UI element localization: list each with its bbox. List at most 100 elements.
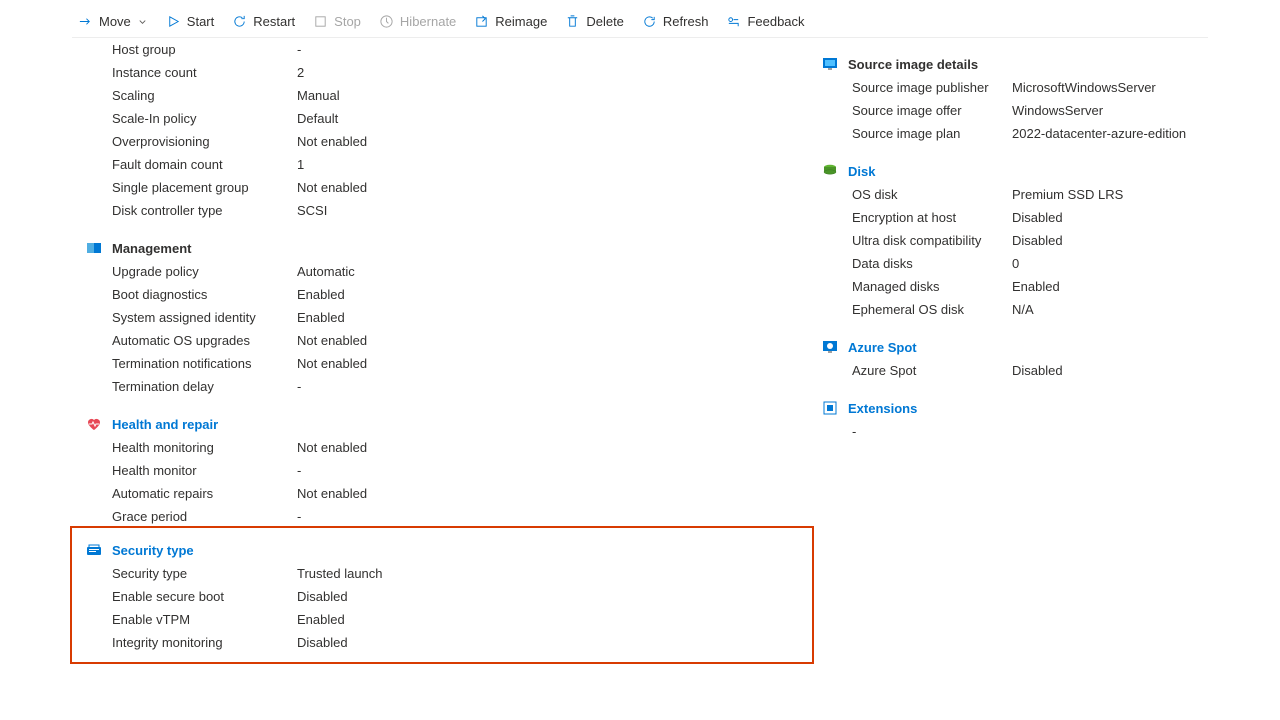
property-value: Enabled <box>297 310 792 325</box>
property-value: Disabled <box>1012 363 1208 378</box>
property-row: ScalingManual <box>72 84 792 107</box>
management-icon <box>86 240 102 256</box>
monitor-icon <box>822 56 838 72</box>
property-row: System assigned identityEnabled <box>72 306 792 329</box>
property-row: Health monitoringNot enabled <box>72 436 792 459</box>
stop-button: Stop <box>307 12 367 31</box>
property-value: Enabled <box>297 287 792 302</box>
health-icon <box>86 416 102 432</box>
play-icon <box>166 14 181 29</box>
property-label: Integrity monitoring <box>112 635 297 650</box>
property-value: N/A <box>1012 302 1208 317</box>
move-label: Move <box>99 14 131 29</box>
property-row: Managed disksEnabled <box>822 275 1208 298</box>
property-row: Upgrade policyAutomatic <box>72 260 792 283</box>
property-label: Ephemeral OS disk <box>852 302 1012 317</box>
section-source: Source image details Source image publis… <box>822 56 1208 145</box>
property-row: Boot diagnosticsEnabled <box>72 283 792 306</box>
hibernate-icon <box>379 14 394 29</box>
start-label: Start <box>187 14 214 29</box>
property-label: Ultra disk compatibility <box>852 233 1012 248</box>
property-row: Termination delay- <box>72 375 792 398</box>
management-title: Management <box>112 241 191 256</box>
property-value: SCSI <box>297 203 792 218</box>
property-value: 2022-datacenter-azure-edition <box>1012 126 1208 141</box>
property-label: Instance count <box>112 65 297 80</box>
reimage-button[interactable]: Reimage <box>468 12 553 31</box>
extensions-value: - <box>852 424 1012 439</box>
left-column: Host group-Instance count2ScalingManualS… <box>72 38 792 720</box>
delete-label: Delete <box>586 14 624 29</box>
security-icon <box>86 542 102 558</box>
property-value: Automatic <box>297 264 792 279</box>
reimage-label: Reimage <box>495 14 547 29</box>
property-label: Scale-In policy <box>112 111 297 126</box>
delete-button[interactable]: Delete <box>559 12 630 31</box>
property-value: 0 <box>1012 256 1208 271</box>
property-value: Default <box>297 111 792 126</box>
property-row: Grace period- <box>72 505 792 528</box>
security-highlight: Security type Security typeTrusted launc… <box>70 526 814 664</box>
property-value: Not enabled <box>297 486 792 501</box>
property-row: Instance count2 <box>72 61 792 84</box>
property-label: Encryption at host <box>852 210 1012 225</box>
property-row: Enable secure bootDisabled <box>72 585 812 608</box>
property-row: Security typeTrusted launch <box>72 562 812 585</box>
spot-title[interactable]: Azure Spot <box>848 340 917 355</box>
move-icon <box>78 14 93 29</box>
refresh-button[interactable]: Refresh <box>636 12 715 31</box>
property-label: Upgrade policy <box>112 264 297 279</box>
property-value: - <box>297 463 792 478</box>
property-row: Data disks0 <box>822 252 1208 275</box>
extensions-icon <box>822 400 838 416</box>
property-value: WindowsServer <box>1012 103 1208 118</box>
property-row: Integrity monitoringDisabled <box>72 631 812 654</box>
property-label: Automatic repairs <box>112 486 297 501</box>
property-row: Source image offerWindowsServer <box>822 99 1208 122</box>
restart-button[interactable]: Restart <box>226 12 301 31</box>
source-title: Source image details <box>848 57 978 72</box>
property-row: Automatic OS upgradesNot enabled <box>72 329 792 352</box>
property-label: Automatic OS upgrades <box>112 333 297 348</box>
extensions-title[interactable]: Extensions <box>848 401 917 416</box>
property-label: Source image publisher <box>852 80 1012 95</box>
hibernate-button: Hibernate <box>373 12 462 31</box>
property-label: Boot diagnostics <box>112 287 297 302</box>
property-value: Disabled <box>297 635 812 650</box>
property-row: Scale-In policyDefault <box>72 107 792 130</box>
refresh-icon <box>642 14 657 29</box>
property-label: Azure Spot <box>852 363 1012 378</box>
property-row: OS diskPremium SSD LRS <box>822 183 1208 206</box>
start-button[interactable]: Start <box>160 12 220 31</box>
property-row: Host group- <box>72 38 792 61</box>
property-label: Security type <box>112 566 297 581</box>
stop-label: Stop <box>334 14 361 29</box>
content: Host group-Instance count2ScalingManualS… <box>72 38 1208 720</box>
property-value: Enabled <box>297 612 812 627</box>
property-label: Disk controller type <box>112 203 297 218</box>
property-value: Not enabled <box>297 180 792 195</box>
extensions-value-row: - <box>822 420 1208 443</box>
hibernate-label: Hibernate <box>400 14 456 29</box>
property-row: Health monitor- <box>72 459 792 482</box>
right-column: Source image details Source image publis… <box>792 38 1208 720</box>
property-label: Enable vTPM <box>112 612 297 627</box>
property-value: MicrosoftWindowsServer <box>1012 80 1208 95</box>
section-basic: Host group-Instance count2ScalingManualS… <box>72 38 792 222</box>
security-title[interactable]: Security type <box>112 543 194 558</box>
property-row: Ephemeral OS diskN/A <box>822 298 1208 321</box>
restart-icon <box>232 14 247 29</box>
health-title[interactable]: Health and repair <box>112 417 218 432</box>
property-label: Single placement group <box>112 180 297 195</box>
feedback-button[interactable]: Feedback <box>720 12 810 31</box>
disk-title[interactable]: Disk <box>848 164 875 179</box>
section-extensions: Extensions - <box>822 400 1208 443</box>
property-label: Source image offer <box>852 103 1012 118</box>
move-button[interactable]: Move <box>72 12 154 31</box>
property-value: - <box>297 42 792 57</box>
property-row: Automatic repairsNot enabled <box>72 482 792 505</box>
property-row: Enable vTPMEnabled <box>72 608 812 631</box>
section-disk: Disk OS diskPremium SSD LRS Encryption at… <box>822 163 1208 321</box>
disk-icon <box>822 163 838 179</box>
property-label: OS disk <box>852 187 1012 202</box>
